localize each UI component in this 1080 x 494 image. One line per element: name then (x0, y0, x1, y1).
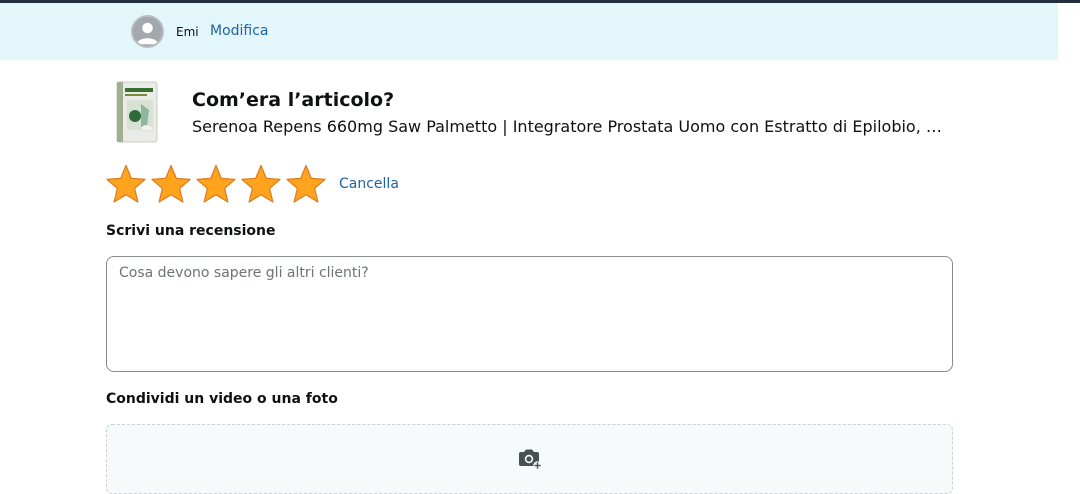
review-label: Scrivi una recensione (106, 223, 276, 239)
star-rating[interactable] (105, 163, 327, 205)
avatar (131, 15, 164, 48)
product-title: Serenoa Repens 660mg Saw Palmetto | Inte… (192, 117, 952, 136)
profile-bar: Emi Modifica (0, 3, 1058, 60)
star-4-icon[interactable] (240, 163, 282, 205)
media-label: Condividi un video o una foto (106, 391, 338, 407)
media-upload-area[interactable] (106, 424, 953, 494)
edit-profile-link[interactable]: Modifica (210, 23, 269, 39)
star-3-icon[interactable] (195, 163, 237, 205)
product-image (111, 80, 163, 144)
user-name: Emi (176, 25, 199, 39)
star-1-icon[interactable] (105, 163, 147, 205)
question-title: Com’era l’articolo? (192, 89, 395, 111)
star-2-icon[interactable] (150, 163, 192, 205)
review-textarea[interactable] (106, 256, 953, 372)
camera-add-icon (517, 448, 543, 470)
user-silhouette-icon (133, 17, 162, 46)
clear-rating-link[interactable]: Cancella (339, 176, 399, 192)
star-5-icon[interactable] (285, 163, 327, 205)
